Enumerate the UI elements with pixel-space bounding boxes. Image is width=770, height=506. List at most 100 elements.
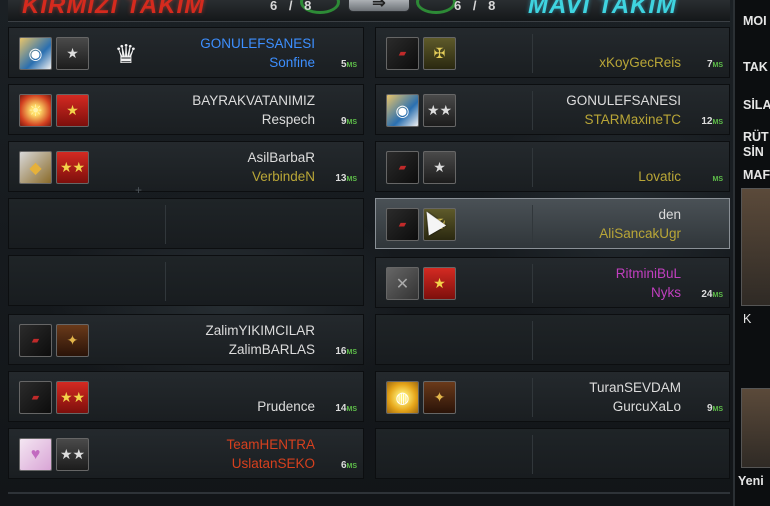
player-name: GurcuXaLo: [612, 399, 681, 414]
player-name: xKoyGecReis: [599, 55, 681, 70]
red-team-title: KIRMIZI TAKIM: [22, 0, 206, 19]
sun-emblem-icon: ☀: [19, 94, 52, 127]
blue-team-ring-icon: [416, 0, 456, 14]
map-thumbnail[interactable]: [741, 188, 770, 306]
new-label: Yeni: [738, 474, 764, 488]
wing-emblem-icon: ◆: [19, 151, 52, 184]
event-thumbnail[interactable]: [741, 388, 770, 468]
red-slot-empty[interactable]: [8, 255, 364, 306]
player-name: VerbindeN: [251, 169, 315, 184]
crown-wings-icon: ♛: [114, 39, 138, 69]
crossed-swords-icon: ✕: [386, 267, 419, 300]
ping-indicator: 14MS: [335, 403, 357, 414]
ping-indicator: 6MS: [340, 460, 357, 471]
clan-emblem-icon: ▰: [386, 151, 419, 184]
slot-divider: [532, 378, 533, 417]
rank-star-icon: ★: [423, 267, 456, 300]
rank-label: RÜT: [743, 130, 769, 144]
blue-slot-3[interactable]: ▰ ★ Lovatic MS: [375, 141, 730, 192]
arrow-right-icon: ⇒: [372, 0, 386, 12]
player-name: Sonfine: [269, 55, 315, 70]
ping-indicator: 5MS: [340, 59, 357, 70]
clan-name: BAYRAKVATANIMIZ: [192, 93, 315, 108]
ping-indicator: 9MS: [706, 403, 723, 414]
blue-team-title: MAVİ TAKIM: [528, 0, 678, 19]
blue-slot-empty[interactable]: [375, 428, 730, 479]
ping-indicator: 9MS: [340, 116, 357, 127]
slot-divider: [532, 34, 533, 73]
team-header-bar: KIRMIZI TAKIM 6 / 8 ⇒ 6 / 8 MAVİ TAKIM: [8, 0, 730, 22]
clan-emblem-icon: ◉: [19, 37, 52, 70]
red-slot-8[interactable]: ♥ ★★ TeamHENTRA UslatanSEKO 6MS: [8, 428, 364, 479]
blue-slot-5[interactable]: ✕ ★ RitminiBuL Nyks 24MS: [375, 257, 730, 308]
blue-slot-1[interactable]: ▰ ✠ xKoyGecReis 7MS: [375, 27, 730, 78]
clan-name: GONULEFSANESI: [566, 93, 681, 108]
sun-emblem-icon: ◍: [386, 381, 419, 414]
clan-emblem-icon: ◉: [386, 94, 419, 127]
lobby-room: KIRMIZI TAKIM 6 / 8 ⇒ 6 / 8 MAVİ TAKIM ◉…: [0, 0, 770, 506]
clan-name: GONULEFSANESI: [200, 36, 315, 51]
map-name: K: [743, 312, 752, 326]
clan-emblem-icon: ▰: [19, 381, 52, 414]
clan-emblem-icon: ▰: [386, 37, 419, 70]
limit-label: SİN: [743, 145, 764, 159]
player-name: STARMaxineTC: [584, 112, 681, 127]
ping-indicator: 7MS: [706, 59, 723, 70]
clan-name: TeamHENTRA: [226, 437, 315, 452]
weapon-label: SİLA: [743, 98, 770, 112]
player-name: Prudence: [257, 399, 315, 414]
blue-slot-empty[interactable]: [375, 314, 730, 365]
rank-stars-icon: ★★: [56, 381, 89, 414]
slot-divider: [532, 264, 533, 303]
rank-eagle-icon: ✠: [423, 37, 456, 70]
ping-indicator: 16MS: [335, 346, 357, 357]
clan-name: AsilBarbaR: [247, 150, 315, 165]
ping-indicator: 24MS: [701, 289, 723, 300]
slot-divider: [532, 91, 533, 130]
slot-divider: [165, 262, 166, 301]
slot-divider: [532, 148, 533, 187]
ping-indicator: MS: [712, 176, 724, 183]
player-name: ZalimBARLAS: [228, 342, 315, 357]
slot-divider: [165, 205, 166, 244]
player-name: Lovatic: [638, 169, 681, 184]
red-slot-6[interactable]: ▰ ✦ ZalimYIKIMCILAR ZalimBARLAS 16MS: [8, 314, 364, 365]
red-slot-1[interactable]: ◉ ★ ♛ GONULEFSANESI Sonfine 5MS: [8, 27, 364, 78]
rank-stars-icon: ★★: [56, 151, 89, 184]
red-slot-3[interactable]: ◆ ★★ AsilBarbaR VerbindeN 13MS +: [8, 141, 364, 197]
map-label: MAF: [743, 168, 770, 182]
red-slot-empty[interactable]: [8, 198, 364, 249]
blue-slot-2[interactable]: ◉ ★★ GONULEFSANESI STARMaxineTC 12MS: [375, 84, 730, 135]
blue-slot-7[interactable]: ◍ ✦ TuranSEVDAM GurcuXaLo 9MS: [375, 371, 730, 422]
player-name: Nyks: [651, 285, 681, 300]
red-slot-2[interactable]: ☀ ★ BAYRAKVATANIMIZ Respech 9MS: [8, 84, 364, 135]
red-team-count: 6 / 8: [270, 0, 316, 13]
slot-divider: [532, 205, 533, 244]
rank-stars-icon: ★★: [56, 438, 89, 471]
clan-emblem-icon: ▰: [386, 208, 419, 241]
clan-name: ZalimYIKIMCILAR: [205, 323, 315, 338]
mode-label: MOI: [743, 14, 767, 28]
rank-star-icon: ★: [56, 94, 89, 127]
heart-emblem-icon: ♥: [19, 438, 52, 471]
rank-chevron-icon: ✦: [56, 324, 89, 357]
player-name: Respech: [261, 112, 315, 127]
plus-icon: +: [135, 183, 143, 197]
player-name: UslatanSEKO: [231, 456, 315, 471]
slot-divider: [532, 321, 533, 360]
rank-stars-icon: ★★: [423, 94, 456, 127]
clan-name: den: [658, 207, 681, 222]
clan-emblem-icon: ▰: [19, 324, 52, 357]
rank-chevron-icon: ✦: [423, 381, 456, 414]
rank-star-icon: ★: [423, 151, 456, 184]
player-name: AliSancakUgr: [599, 226, 681, 241]
blue-team-count: 6 / 8: [454, 0, 500, 13]
red-slot-7[interactable]: ▰ ★★ Prudence 14MS: [8, 371, 364, 422]
swap-team-button[interactable]: ⇒: [348, 0, 410, 12]
clan-name: TuranSEVDAM: [589, 380, 681, 395]
slot-divider: [532, 435, 533, 474]
team-label: TAK: [743, 60, 768, 74]
ping-indicator: 13MS: [335, 173, 357, 184]
rank-star-icon: ★: [56, 37, 89, 70]
room-info-panel: MOI TAK SİLA RÜT SİN MAF K Yeni: [733, 0, 770, 506]
